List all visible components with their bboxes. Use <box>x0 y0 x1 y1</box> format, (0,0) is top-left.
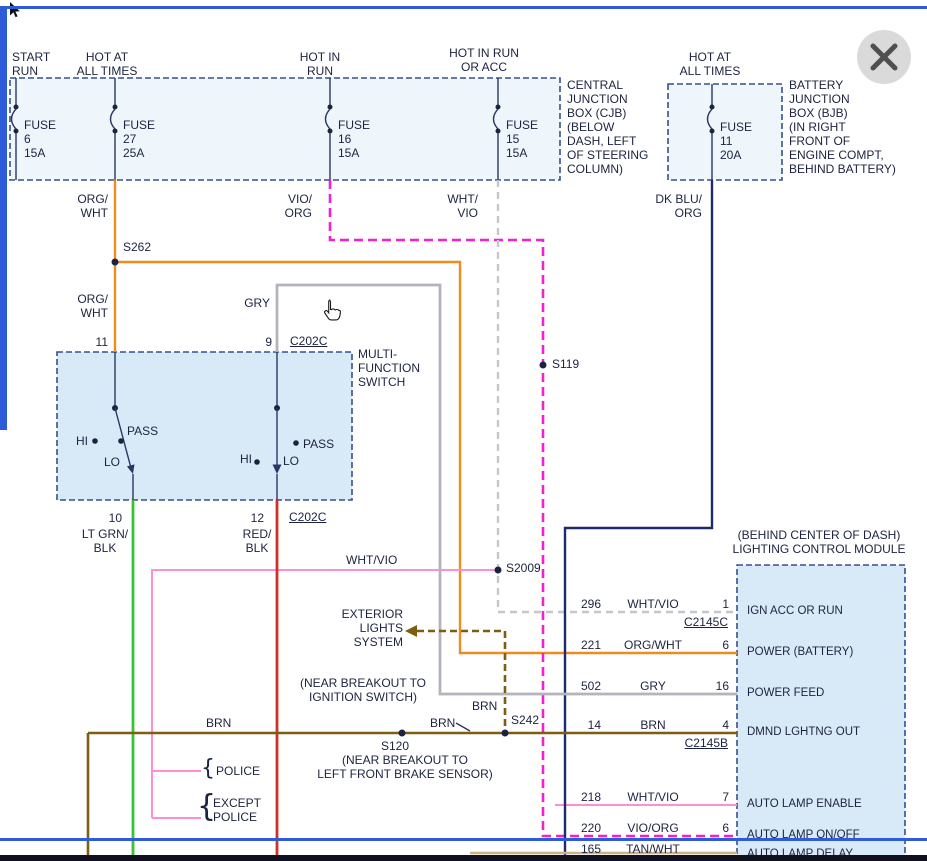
wire-label-red-blk: RED/ BLK <box>228 527 286 555</box>
splice-label-s119: S119 <box>552 357 579 371</box>
police-brace: { <box>201 758 215 780</box>
module-row: 221ORG/WHT6 <box>563 638 729 652</box>
module-function: AUTO LAMP ON/OFF <box>747 829 899 842</box>
splice-s2009 <box>495 567 502 574</box>
near-brake-note: (NEAR BREAKOUT TO LEFT FRONT BRAKE SENSO… <box>306 753 504 781</box>
wire-label-wht-vio: WHT/ VIO <box>430 192 478 220</box>
module-row: 296WHT/VIO1 <box>563 597 729 611</box>
module-row: 220VIO/ORG6 <box>563 821 729 835</box>
arrow-cursor-icon <box>10 2 20 17</box>
module-row: 502GRY16 <box>563 679 729 693</box>
splice-s242 <box>502 730 509 737</box>
exterior-lights-arrow <box>405 625 417 637</box>
wire-label-org-wht-lower: ORG/ WHT <box>60 292 108 320</box>
contact-lo-left: LO <box>98 455 120 469</box>
splice-label-s120: S120 <box>381 739 409 753</box>
near-ignition-note: (NEAR BREAKOUT TO IGNITION SWITCH) <box>288 676 438 704</box>
except-police-label: EXCEPT POLICE <box>213 796 261 824</box>
window-bottom-bar <box>0 855 927 861</box>
central-junction-box <box>10 78 560 180</box>
close-button[interactable] <box>857 30 911 84</box>
fuse-label-16: FUSE1615A <box>338 104 370 174</box>
connector-c202c-bottom: C202C <box>289 510 326 524</box>
splice-label-s2009: S2009 <box>506 561 541 575</box>
brn-label-leader <box>456 723 470 731</box>
wire-dk-blu-org <box>565 180 712 861</box>
wire-label-lt-grn-blk: LT GRN/ BLK <box>74 527 136 555</box>
connector-c2145c: C2145C <box>676 615 728 629</box>
module-function: DMND LGHTNG OUT <box>747 726 899 739</box>
exterior-lights-note: EXTERIOR LIGHTS SYSTEM <box>333 607 403 649</box>
splice-s119 <box>540 362 547 369</box>
splice-s262 <box>112 259 119 266</box>
splice-s120 <box>399 730 406 737</box>
module-row: 218WHT/VIO7 <box>563 790 729 804</box>
wire-wht-vio-dashed <box>498 180 737 612</box>
police-label: POLICE <box>216 764 260 778</box>
power-label-start-run: START RUN <box>12 50 64 78</box>
window-top-edge <box>0 6 927 9</box>
multifunction-switch-box <box>57 352 352 500</box>
power-label-hot-in-run-or-acc: HOT IN RUN OR ACC <box>443 46 525 74</box>
contact-pass-left: PASS <box>127 424 158 438</box>
splice-label-s242: S242 <box>511 713 539 727</box>
power-label-hot-at-all-times-2: HOT AT ALL TIMES <box>676 50 744 78</box>
contact-hi-left: HI <box>66 434 88 448</box>
contact-hi-right: HI <box>230 452 252 466</box>
switch-pin-12: 12 <box>246 511 264 525</box>
wire-label-dk-blu-org: DK BLU/ ORG <box>640 192 702 220</box>
wire-label-org-wht-upper: ORG/ WHT <box>60 192 108 220</box>
fuse-label-15: FUSE1515A <box>506 104 538 174</box>
wire-label-brn-left: BRN <box>206 716 231 730</box>
power-label-hot-at-all-times-1: HOT AT ALL TIMES <box>73 50 141 78</box>
power-label-hot-in-run: HOT IN RUN <box>286 50 354 78</box>
wire-label-wht-vio-mid: WHT/VIO <box>346 553 397 567</box>
wiring-diagram-viewer: START RUN HOT AT ALL TIMES HOT IN RUN HO… <box>0 0 927 861</box>
fuse-label-6: FUSE615A <box>24 104 56 174</box>
switch-title: MULTI- FUNCTION SWITCH <box>358 347 443 389</box>
module-row: 165TAN/WHT <box>563 842 729 856</box>
wire-label-vio-org: VIO/ ORG <box>264 192 312 220</box>
hand-cursor-icon <box>325 300 341 320</box>
module-function: POWER FEED <box>747 687 899 700</box>
switch-pin-11: 11 <box>90 335 108 349</box>
module-function: AUTO LAMP ENABLE <box>747 798 899 811</box>
module-function: POWER (BATTERY) <box>747 646 899 659</box>
wire-label-brn-upper: BRN <box>472 699 497 713</box>
connector-c202c-top: C202C <box>290 334 327 348</box>
wire-label-gry: GRY <box>242 296 270 310</box>
module-row: 14BRN4 <box>563 718 729 732</box>
fuse-label-11: FUSE1120A <box>720 106 752 176</box>
window-left-edge <box>0 6 7 430</box>
module-function: IGN ACC OR RUN <box>747 605 899 618</box>
fuse-label-27: FUSE2725A <box>123 104 155 174</box>
splice-label-s262: S262 <box>123 240 151 254</box>
module-location: (BEHIND CENTER OF DASH) LIGHTING CONTROL… <box>720 528 918 556</box>
contact-lo-right: LO <box>283 454 299 468</box>
bjb-note: BATTERY JUNCTION BOX (BJB) (IN RIGHT FRO… <box>789 78 907 176</box>
connector-c2145b: C2145B <box>676 736 728 750</box>
contact-pass-right: PASS <box>303 437 334 451</box>
switch-pin-10: 10 <box>104 511 122 525</box>
wire-label-brn-mid: BRN <box>430 716 455 730</box>
cjb-note: CENTRAL JUNCTION BOX (CJB) (BELOW DASH, … <box>567 78 667 176</box>
switch-pin-9: 9 <box>256 335 272 349</box>
